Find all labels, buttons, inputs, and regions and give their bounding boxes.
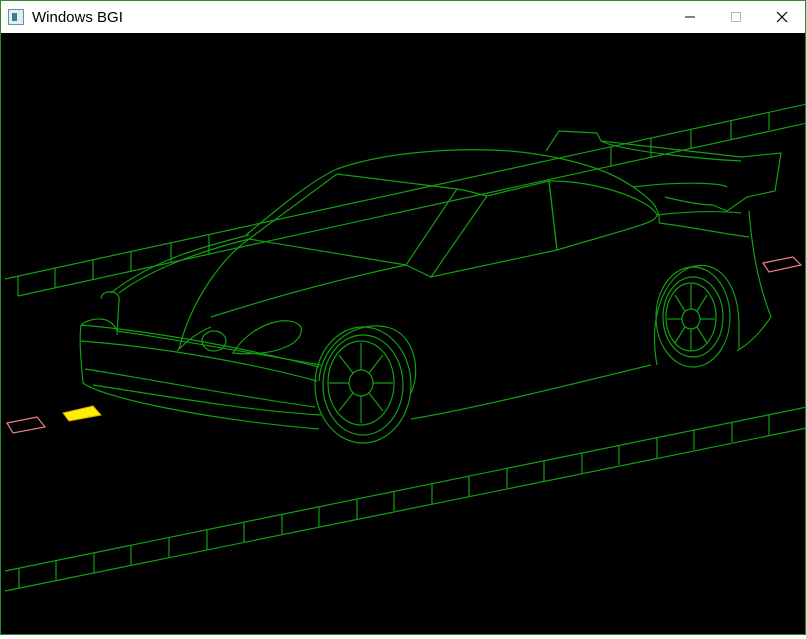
bgi-window: Windows BGI — [0, 0, 806, 635]
reflector-right — [762, 256, 803, 273]
window-controls — [667, 1, 805, 33]
car-drawing — [4, 103, 806, 592]
maximize-button[interactable] — [713, 1, 759, 33]
rear-wheel — [655, 266, 731, 368]
minimize-icon — [685, 16, 695, 18]
close-icon — [776, 11, 788, 23]
app-icon — [8, 9, 24, 25]
title-bar[interactable]: Windows BGI — [1, 1, 805, 33]
minimize-button[interactable] — [667, 1, 713, 33]
maximize-icon — [731, 12, 741, 22]
window-title: Windows BGI — [32, 8, 123, 26]
car-body — [79, 130, 782, 430]
reflector-left — [6, 416, 47, 434]
upper-rail — [4, 103, 806, 297]
graphics-canvas[interactable] — [1, 33, 806, 634]
close-button[interactable] — [759, 1, 805, 33]
reflector-yellow — [62, 405, 102, 422]
lower-rail — [4, 406, 806, 592]
front-wheel — [314, 326, 412, 444]
